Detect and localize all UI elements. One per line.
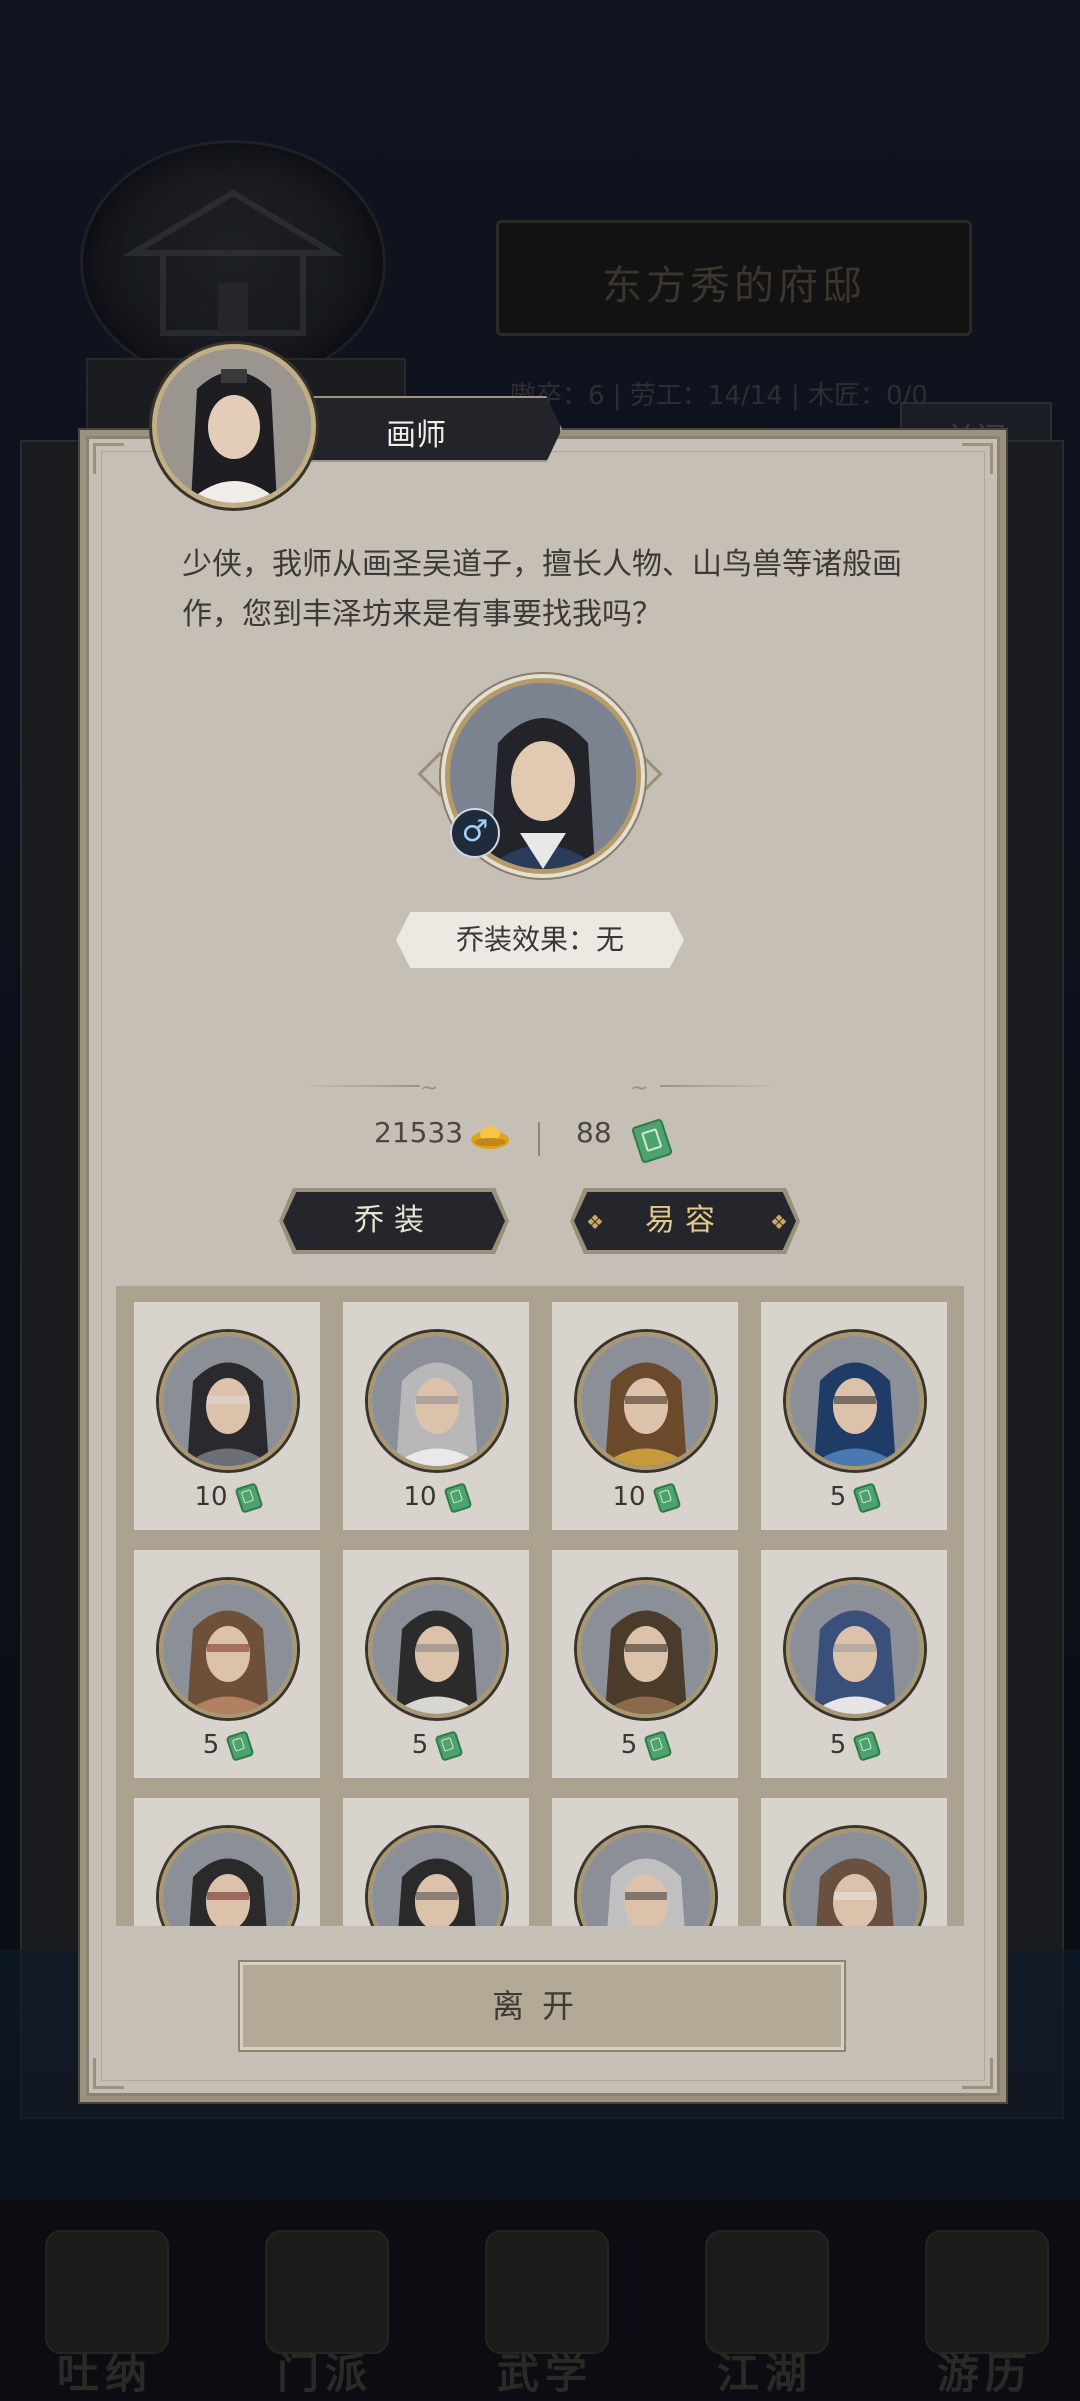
npc-portrait-icon [152, 344, 316, 508]
jianghu-icon [705, 2230, 829, 2354]
jade-token-icon [643, 1729, 673, 1762]
disguise-price: 10 [343, 1481, 529, 1514]
disguise-portrait-icon [159, 1580, 297, 1718]
disguise-price: 5 [761, 1481, 947, 1514]
npc-name: 画师 [386, 418, 446, 453]
residence-title: 东方秀的府邸 [602, 263, 866, 309]
disguise-portrait-icon [577, 1828, 715, 1926]
nav-label: 游历 [936, 2349, 1033, 2398]
disguise-cell[interactable]: 5 [761, 1302, 947, 1530]
price-value: 10 [612, 1482, 646, 1512]
disguise-cell[interactable] [343, 1798, 529, 1926]
price-value: 5 [829, 1730, 847, 1760]
jade-token-icon [443, 1481, 473, 1514]
nav-item-breathing[interactable]: 吐纳 [20, 2230, 190, 2398]
jade-token-icon [225, 1729, 255, 1762]
disguise-portrait-icon [786, 1332, 924, 1470]
divider-left [300, 1085, 420, 1087]
price-value: 5 [202, 1730, 220, 1760]
disguise-price: 5 [343, 1729, 529, 1762]
disguise-button[interactable]: 乔装 [283, 1192, 505, 1250]
male-gender-icon: ♂ [450, 808, 500, 858]
divider-ornament: ~ [420, 1076, 439, 1101]
price-value: 5 [411, 1730, 429, 1760]
nav-item-martial[interactable]: 武学 [460, 2230, 630, 2398]
disguise-portrait-icon [577, 1332, 715, 1470]
jade-token-icon [852, 1729, 882, 1762]
disguise-portrait-icon [786, 1580, 924, 1718]
disguise-cell[interactable]: 10 [134, 1302, 320, 1530]
currency-separator [538, 1122, 540, 1156]
disguise-portrait-icon [786, 1828, 924, 1926]
nav-label: 门派 [276, 2349, 373, 2398]
nav-item-travel[interactable]: 游历 [900, 2230, 1070, 2398]
npc-name-tag: 画师 [300, 396, 562, 462]
nav-item-sect[interactable]: 门派 [240, 2230, 410, 2398]
jade-amount: 88 [576, 1116, 612, 1149]
disguise-cell[interactable]: 5 [134, 1550, 320, 1778]
jade-token-icon [852, 1481, 882, 1514]
character-portrait-frame: ♂ [417, 678, 663, 874]
disguise-grid: 10 10 10 5 5 5 5 5 [116, 1286, 964, 1926]
disguise-cell[interactable] [134, 1798, 320, 1926]
flourish-icon: ❖ [770, 1210, 788, 1234]
gold-amount: 21533 [374, 1116, 464, 1149]
jade-token-icon [434, 1729, 464, 1762]
disguise-price: 5 [134, 1729, 320, 1762]
price-value: 10 [403, 1482, 437, 1512]
corner-ornament [962, 2058, 993, 2089]
residence-title-box: 东方秀的府邸 [496, 220, 972, 336]
disguise-cell[interactable] [552, 1798, 738, 1926]
gold-ingot-icon [471, 1126, 509, 1149]
disguise-price: 5 [761, 1729, 947, 1762]
divider-ornament: ~ [630, 1076, 649, 1101]
nav-item-jianghu[interactable]: 江湖 [680, 2230, 850, 2398]
nav-label: 吐纳 [56, 2349, 153, 2398]
npc-dialog-text: 少侠，我师从画圣吴道子，擅长人物、山鸟兽等诸般画作，您到丰泽坊来是有事要找我吗？ [182, 547, 902, 632]
disguise-price: 10 [552, 1481, 738, 1514]
price-value: 10 [194, 1482, 228, 1512]
travel-icon [925, 2230, 1049, 2354]
disguise-price: 5 [552, 1729, 738, 1762]
martial-arts-icon [485, 2230, 609, 2354]
divider-right [660, 1085, 780, 1087]
flourish-icon: ❖ [586, 1210, 604, 1234]
disguise-portrait-icon [577, 1580, 715, 1718]
breathing-icon [45, 2230, 169, 2354]
disguise-cell[interactable]: 5 [552, 1550, 738, 1778]
disguise-portrait-icon [368, 1332, 506, 1470]
disguise-cell[interactable]: 10 [552, 1302, 738, 1530]
disguise-portrait-icon [368, 1828, 506, 1926]
corner-ornament [93, 2058, 124, 2089]
disguise-portrait-icon [368, 1580, 506, 1718]
disguise-cell[interactable]: 5 [761, 1550, 947, 1778]
residence-stats: 嗷卒：6 | 劳工：14/14 | 木匠：0/0 [510, 381, 928, 411]
disguise-cell[interactable]: 5 [343, 1550, 529, 1778]
leave-button[interactable]: 离开 [240, 1962, 844, 2050]
sect-icon [265, 2230, 389, 2354]
disguise-effect-label: 乔装效果：无 [396, 912, 684, 968]
corner-ornament [93, 443, 124, 474]
disguise-portrait-icon [159, 1332, 297, 1470]
nav-label: 江湖 [716, 2349, 813, 2398]
change-face-button[interactable]: 易容 [574, 1192, 796, 1250]
bottom-nav: 吐纳 门派 武学 江湖 游历 [0, 2200, 1080, 2400]
nav-label: 武学 [496, 2349, 593, 2398]
jade-token-icon [652, 1481, 682, 1514]
price-value: 5 [620, 1730, 638, 1760]
disguise-cell[interactable]: 10 [343, 1302, 529, 1530]
price-value: 5 [829, 1482, 847, 1512]
disguise-price: 10 [134, 1481, 320, 1514]
corner-ornament [962, 443, 993, 474]
disguise-cell[interactable] [761, 1798, 947, 1926]
disguise-portrait-icon [159, 1828, 297, 1926]
jade-token-icon [234, 1481, 264, 1514]
